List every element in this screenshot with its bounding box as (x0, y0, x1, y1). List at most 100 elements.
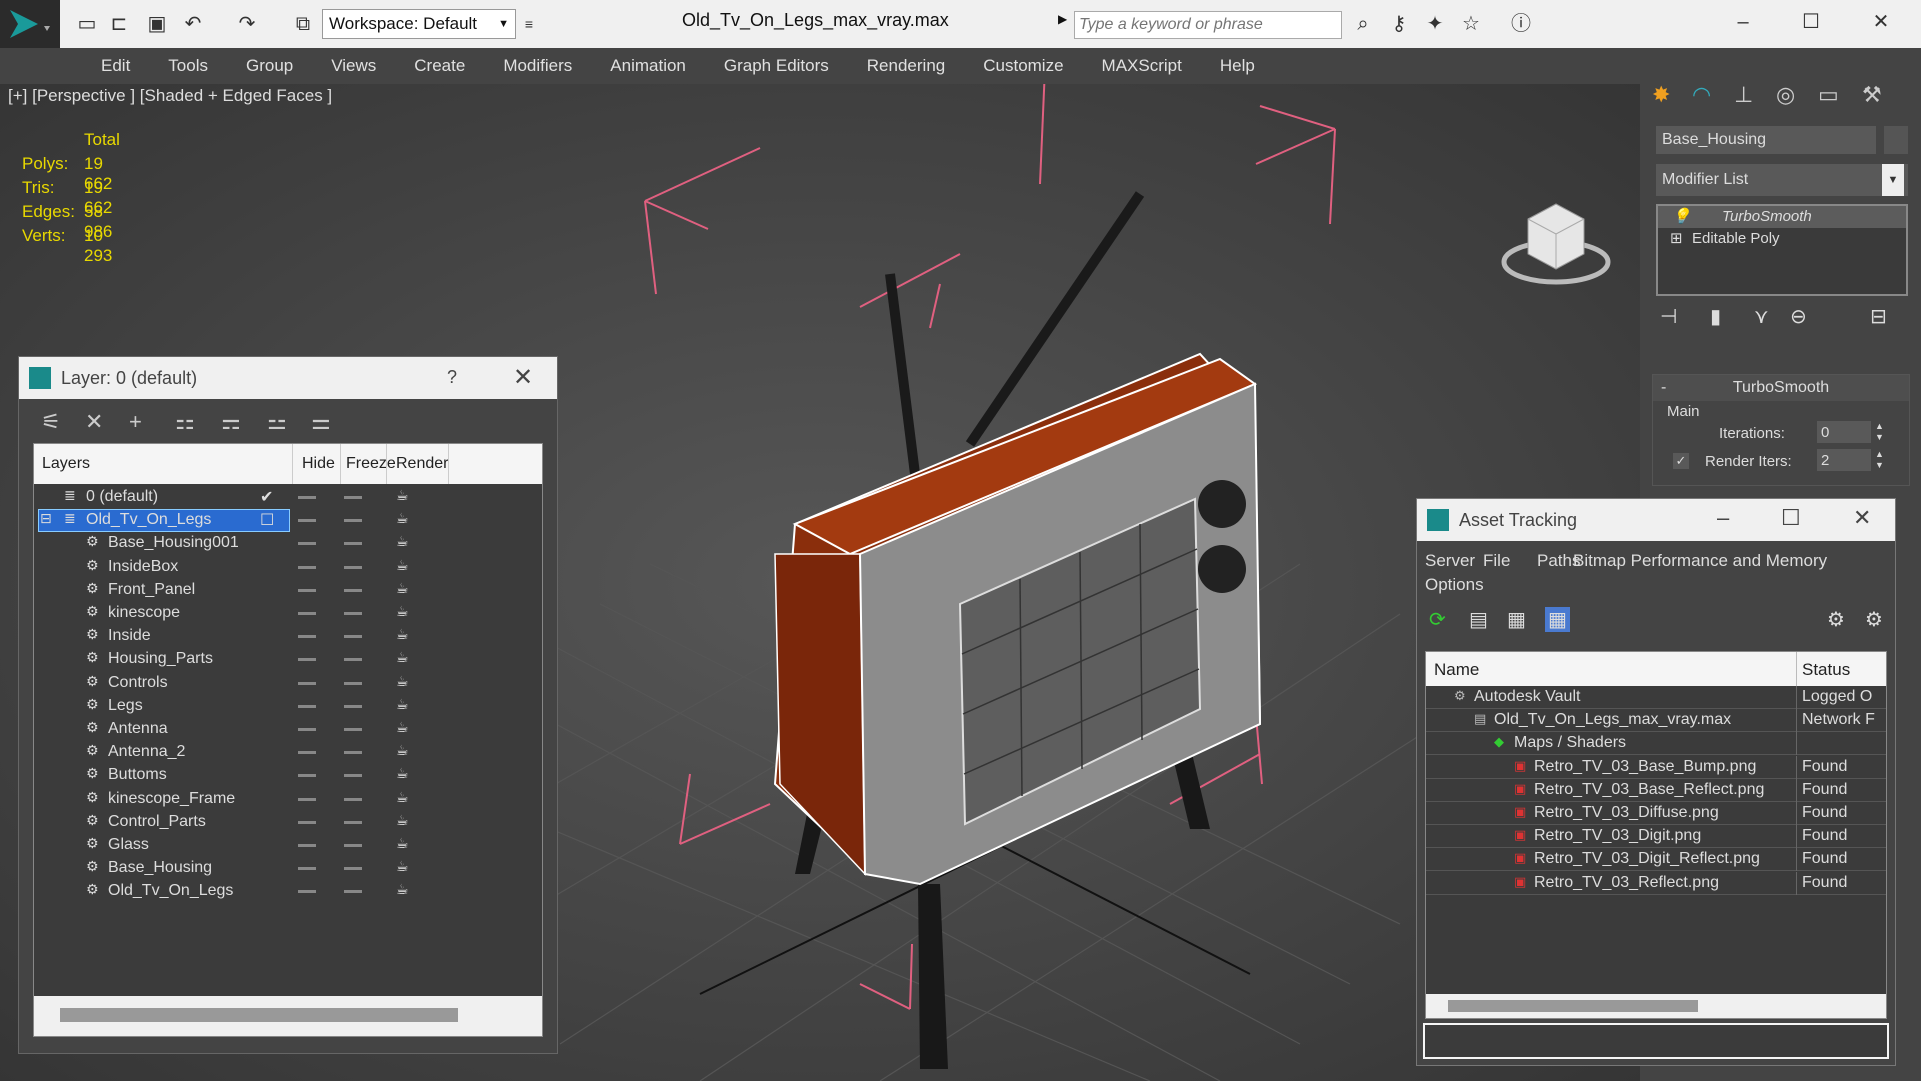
help-icon[interactable]: ⓘ (1508, 11, 1534, 37)
communication-icon[interactable]: ✦ (1422, 11, 1448, 37)
minimize-icon[interactable]: – (1717, 505, 1729, 531)
modifier-list-dropdown[interactable]: Modifier List ▼ (1656, 164, 1908, 196)
pin-stack-icon[interactable]: ⊣ (1660, 304, 1677, 329)
hide-toggle[interactable] (298, 728, 316, 731)
freeze-toggle[interactable] (344, 890, 362, 894)
menu-item-tools[interactable]: Tools (149, 56, 227, 76)
render-iters-checkbox[interactable]: ✓ (1673, 453, 1689, 469)
freeze-toggle[interactable] (344, 774, 362, 778)
asset-row[interactable]: ⚙ Autodesk Vault Logged O (1426, 686, 1886, 709)
layer-hscrollbar[interactable] (34, 996, 542, 1036)
freeze-toggle[interactable] (344, 728, 362, 731)
save-icon[interactable]: ▣ (144, 11, 170, 37)
project-icon[interactable]: ⧉ (290, 11, 316, 37)
column-render[interactable]: Render (396, 455, 448, 473)
redo-icon[interactable]: ↷ (234, 11, 260, 37)
render-teapot-icon[interactable]: ☕ (396, 533, 409, 550)
layer-row[interactable]: ⚙ Antenna_2 ☕ (34, 741, 542, 764)
hide-toggle[interactable] (298, 751, 316, 755)
hide-toggle[interactable] (298, 704, 316, 708)
stack-item-turbosmooth[interactable]: 💡 TurboSmooth (1658, 206, 1906, 228)
layer-row[interactable]: ⚙ Base_Housing001 ☕ (34, 532, 542, 555)
add-to-layer-icon[interactable]: + (129, 409, 142, 435)
asset-hscrollbar[interactable] (1426, 994, 1886, 1018)
select-layer-icon[interactable]: ⚎ (221, 409, 241, 435)
layer-row[interactable]: ≣ ⊟ Old_Tv_On_Legs ☐ ☕ (34, 509, 542, 533)
hide-toggle[interactable] (298, 681, 316, 685)
menu-item-maxscript[interactable]: MAXScript (1083, 56, 1201, 76)
refresh-icon[interactable]: ⟳ (1429, 607, 1446, 632)
minimize-icon[interactable]: – (1730, 9, 1756, 35)
set-active-layer-icon[interactable]: ☐ (260, 510, 274, 530)
asset-menu-server[interactable]: Server (1425, 551, 1475, 571)
layer-row[interactable]: ⚙ Inside ☕ (34, 625, 542, 648)
layer-hscroll-thumb[interactable] (60, 1008, 458, 1022)
hide-toggle[interactable] (298, 612, 316, 615)
undo-icon[interactable]: ↶ (180, 11, 206, 37)
freeze-toggle[interactable] (344, 588, 362, 592)
freeze-toggle[interactable] (344, 797, 362, 801)
asset-row[interactable]: ▣ Retro_TV_03_Digit_Reflect.png Found (1426, 848, 1886, 872)
asset-hscroll-thumb[interactable] (1448, 1000, 1698, 1012)
hide-all-icon[interactable]: ⚍ (267, 409, 287, 435)
key-icon[interactable]: ⚷ (1386, 11, 1412, 37)
render-teapot-icon[interactable]: ☕ (396, 649, 409, 666)
create-tab-icon[interactable]: ✸ (1652, 82, 1670, 108)
hide-toggle[interactable] (298, 588, 316, 592)
vault-help-icon[interactable]: ⚙ (1865, 607, 1883, 632)
freeze-toggle[interactable] (344, 704, 362, 708)
maximize-icon[interactable]: ☐ (1781, 505, 1801, 531)
freeze-toggle[interactable] (344, 565, 362, 569)
menu-item-edit[interactable]: Edit (82, 56, 149, 76)
freeze-toggle[interactable] (344, 658, 362, 662)
asset-row[interactable]: ▣ Retro_TV_03_Diffuse.png Found (1426, 802, 1886, 825)
menu-item-animation[interactable]: Animation (591, 56, 705, 76)
list-view-icon[interactable]: ▤ (1469, 607, 1488, 632)
delete-layer-icon[interactable]: ✕ (85, 409, 103, 435)
render-teapot-icon[interactable]: ☕ (396, 626, 409, 643)
layer-panel-close-icon[interactable]: ✕ (513, 363, 533, 392)
collapse-icon[interactable]: ⊟ (40, 510, 52, 527)
render-teapot-icon[interactable]: ☕ (396, 742, 409, 759)
make-unique-icon[interactable]: ⋎ (1754, 304, 1769, 329)
render-teapot-icon[interactable]: ☕ (396, 765, 409, 782)
render-iters-spinner[interactable] (1817, 449, 1871, 471)
expand-plus-icon[interactable]: ⊞ (1670, 228, 1683, 250)
render-teapot-icon[interactable]: ☕ (396, 881, 409, 898)
freeze-toggle[interactable] (344, 496, 362, 499)
render-teapot-icon[interactable]: ☕ (396, 510, 409, 527)
menu-item-help[interactable]: Help (1201, 56, 1274, 76)
layer-row[interactable]: ⚙ Buttoms ☕ (34, 764, 542, 787)
freeze-toggle[interactable] (344, 612, 362, 615)
new-file-icon[interactable]: ▭ (74, 11, 100, 37)
layer-row[interactable]: ⚙ Glass ☕ (34, 834, 542, 857)
layer-row[interactable]: ⚙ Control_Parts ☕ (34, 811, 542, 834)
freeze-toggle[interactable] (344, 751, 362, 755)
hide-toggle[interactable] (298, 635, 316, 639)
menu-item-rendering[interactable]: Rendering (848, 56, 964, 76)
hide-toggle[interactable] (298, 542, 316, 546)
rollout-header[interactable]: - TurboSmooth (1653, 375, 1909, 401)
object-color-swatch[interactable] (1884, 126, 1908, 154)
asset-menu-options[interactable]: Options (1425, 575, 1484, 595)
viewport-label[interactable]: [+] [Perspective ] [Shaded + Edged Faces… (8, 86, 332, 106)
render-teapot-icon[interactable]: ☕ (396, 580, 409, 597)
tree-view-icon[interactable]: ▦ (1507, 607, 1526, 632)
select-objects-icon[interactable]: ⚏ (175, 409, 195, 435)
hide-toggle[interactable] (298, 820, 316, 824)
layer-row[interactable]: ⚙ Old_Tv_On_Legs ☕ (34, 880, 542, 903)
render-teapot-icon[interactable]: ☕ (396, 557, 409, 574)
render-teapot-icon[interactable]: ☕ (396, 858, 409, 875)
layer-row[interactable]: ⚙ Base_Housing ☕ (34, 857, 542, 880)
menu-item-modifiers[interactable]: Modifiers (484, 56, 591, 76)
render-teapot-icon[interactable]: ☕ (396, 719, 409, 736)
new-layer-icon[interactable]: ⚟ (41, 409, 61, 435)
layer-panel-help-icon[interactable]: ? (447, 367, 457, 388)
column-layers[interactable]: Layers (42, 455, 90, 473)
render-teapot-icon[interactable]: ☕ (396, 603, 409, 620)
asset-status-field[interactable] (1423, 1023, 1889, 1059)
search-input[interactable] (1074, 11, 1342, 39)
freeze-toggle[interactable] (344, 542, 362, 546)
display-tab-icon[interactable]: ▭ (1818, 82, 1839, 108)
workspace-menu-icon[interactable]: ≡ (516, 11, 542, 37)
